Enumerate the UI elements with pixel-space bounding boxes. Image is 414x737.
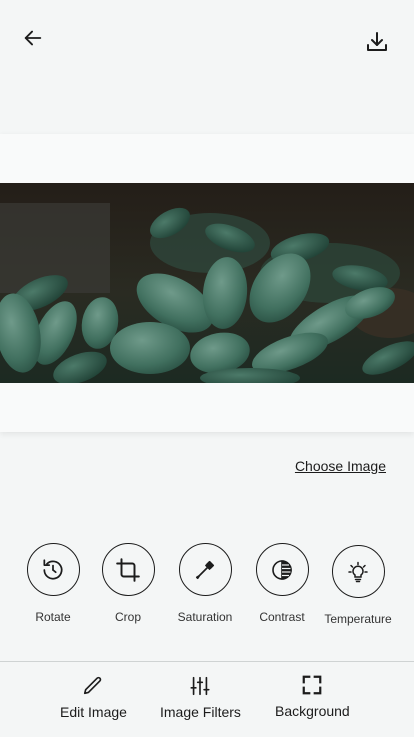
download-button[interactable] bbox=[364, 29, 390, 55]
nav-label: Image Filters bbox=[160, 704, 241, 720]
nav-edit-image[interactable]: Edit Image bbox=[60, 675, 127, 720]
crop-button[interactable] bbox=[101, 543, 155, 596]
rotate-icon bbox=[43, 558, 63, 580]
contrast-button[interactable] bbox=[255, 543, 309, 596]
nav-image-filters[interactable]: Image Filters bbox=[160, 675, 241, 720]
back-button[interactable] bbox=[20, 25, 46, 51]
succulent-photo[interactable] bbox=[0, 183, 414, 383]
bottom-navigation: Edit Image Image Filters Background bbox=[0, 661, 414, 737]
nav-label: Background bbox=[275, 703, 350, 719]
tool-temperature[interactable]: Temperature bbox=[318, 545, 398, 626]
tool-saturation[interactable]: Saturation bbox=[165, 543, 245, 624]
nav-label: Edit Image bbox=[60, 704, 127, 720]
saturation-button[interactable] bbox=[178, 543, 232, 596]
sliders-icon bbox=[190, 676, 210, 696]
tool-label: Contrast bbox=[259, 610, 305, 624]
pencil-icon bbox=[84, 676, 102, 695]
rotate-button[interactable] bbox=[26, 543, 80, 596]
tool-crop[interactable]: Crop bbox=[88, 543, 168, 624]
temperature-icon bbox=[348, 561, 368, 582]
tool-rotate[interactable]: Rotate bbox=[13, 543, 93, 624]
arrow-left-icon bbox=[24, 30, 42, 46]
tool-label: Temperature bbox=[324, 612, 392, 626]
tool-label: Rotate bbox=[35, 610, 71, 624]
eyedropper-icon bbox=[195, 560, 215, 579]
download-icon bbox=[367, 32, 387, 51]
image-preview-card bbox=[0, 134, 414, 432]
temperature-button[interactable] bbox=[331, 545, 385, 598]
contrast-icon bbox=[272, 559, 292, 580]
choose-image-link[interactable]: Choose Image bbox=[295, 458, 386, 474]
tool-contrast[interactable]: Contrast bbox=[242, 543, 322, 624]
crop-icon bbox=[116, 557, 140, 582]
fullscreen-icon bbox=[303, 675, 322, 695]
tool-label: Saturation bbox=[177, 610, 233, 624]
nav-background[interactable]: Background bbox=[275, 674, 350, 719]
tool-label: Crop bbox=[114, 610, 141, 624]
